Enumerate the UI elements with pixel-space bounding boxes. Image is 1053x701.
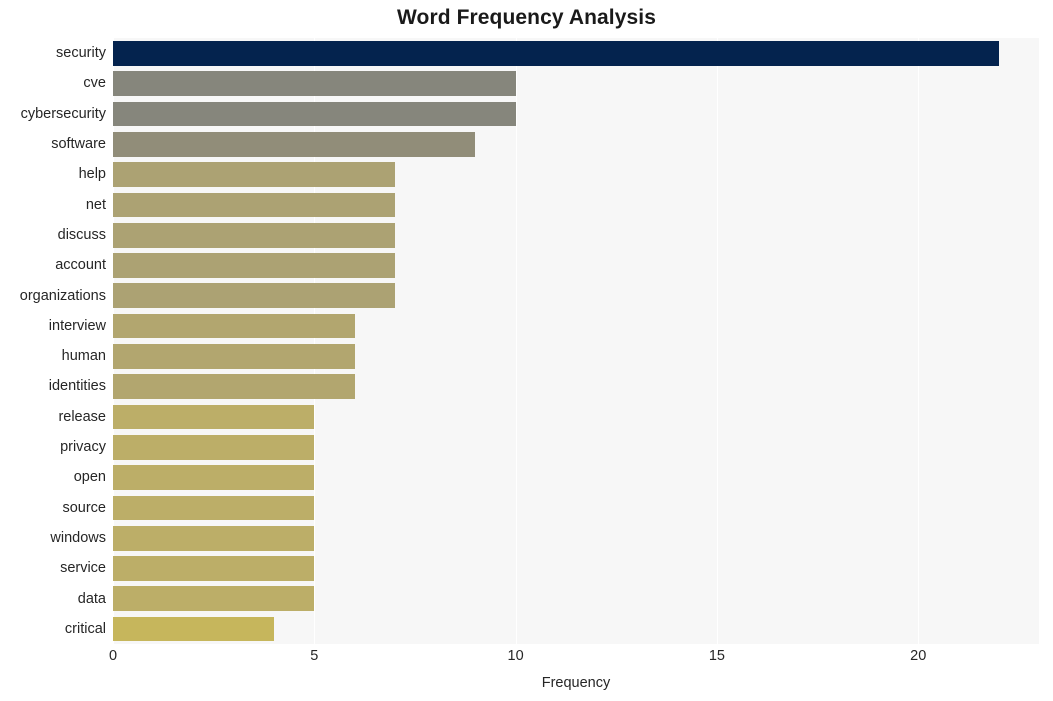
bar-row: [113, 311, 1039, 341]
bar-row: [113, 493, 1039, 523]
x-axis-tick-5: 5: [310, 648, 319, 664]
bar-source[interactable]: [113, 495, 315, 521]
y-axis-label-software: software: [51, 136, 106, 153]
y-axis-label-critical: critical: [64, 620, 106, 637]
bar-service[interactable]: [113, 556, 315, 581]
bar-help[interactable]: [113, 162, 395, 187]
bar-row: [113, 68, 1039, 98]
y-axis-label-identities: identities: [48, 378, 106, 395]
bar-row: [113, 129, 1039, 159]
y-axis-label-windows: windows: [50, 529, 106, 546]
x-axis-ticks: 0 5 10 15 20: [109, 648, 1039, 670]
chart-title: Word Frequency Analysis: [396, 6, 657, 29]
bar-row: [113, 280, 1039, 310]
y-axis-label-privacy: privacy: [60, 439, 106, 456]
y-axis-label-help: help: [78, 166, 106, 183]
bar-row: [113, 341, 1039, 371]
x-axis-tick-20: 20: [910, 648, 927, 664]
bar-row: [113, 614, 1039, 644]
bar-account[interactable]: [113, 253, 395, 278]
bar-row: [113, 220, 1039, 250]
y-axis-label-source: source: [62, 499, 106, 516]
x-axis-title: Frequency: [541, 675, 611, 691]
y-axis-label-cve: cve: [83, 75, 106, 92]
bar-human[interactable]: [113, 344, 355, 369]
y-axis-label-organizations: organizations: [19, 287, 106, 304]
bar-identities[interactable]: [113, 374, 355, 400]
bar-privacy[interactable]: [113, 434, 315, 460]
bar-row: [113, 523, 1039, 553]
y-axis-label-interview: interview: [48, 317, 106, 334]
y-axis-label-cybersecurity: cybersecurity: [20, 105, 106, 122]
x-axis-tick-0: 0: [108, 648, 118, 664]
y-axis-label-human: human: [61, 348, 106, 365]
bar-release[interactable]: [113, 404, 315, 430]
y-axis-label-open: open: [73, 469, 106, 486]
bar-windows[interactable]: [113, 525, 315, 551]
y-axis-labels: security cve cybersecurity software help net d…: [0, 38, 106, 644]
y-axis-label-data: data: [77, 590, 106, 607]
bar-row: [113, 402, 1039, 432]
bar-organizations[interactable]: [113, 283, 395, 309]
x-axis-tick-10: 10: [507, 648, 524, 664]
bar-row: [113, 583, 1039, 613]
bars-container: [113, 38, 1039, 644]
bar-row: [113, 250, 1039, 280]
bar-critical[interactable]: [113, 616, 275, 642]
bar-row: [113, 38, 1039, 68]
bar-open[interactable]: [113, 465, 315, 490]
bar-net[interactable]: [113, 192, 395, 218]
bar-row: [113, 190, 1039, 220]
bar-row: [113, 432, 1039, 462]
bar-interview[interactable]: [113, 313, 355, 339]
y-axis-label-service: service: [60, 560, 106, 577]
plot-area: [113, 38, 1039, 644]
bar-software[interactable]: [113, 131, 476, 157]
bar-row: [113, 553, 1039, 583]
x-axis-tick-15: 15: [708, 648, 725, 664]
bar-row: [113, 462, 1039, 492]
bar-row: [113, 99, 1039, 129]
bar-row: [113, 371, 1039, 401]
bar-data[interactable]: [113, 586, 315, 612]
y-axis-label-net: net: [85, 196, 106, 213]
y-axis-label-discuss: discuss: [57, 226, 106, 243]
bar-cve[interactable]: [113, 71, 516, 97]
bar-cybersecurity[interactable]: [113, 101, 516, 127]
y-axis-label-account: account: [55, 257, 106, 274]
y-axis-label-release: release: [58, 408, 106, 425]
y-axis-label-security: security: [56, 45, 106, 62]
bar-row: [113, 159, 1039, 189]
bar-discuss[interactable]: [113, 222, 395, 248]
word-frequency-chart: Word Frequency Analysis security cve cyber…: [0, 0, 1053, 701]
bar-security[interactable]: [113, 41, 999, 66]
